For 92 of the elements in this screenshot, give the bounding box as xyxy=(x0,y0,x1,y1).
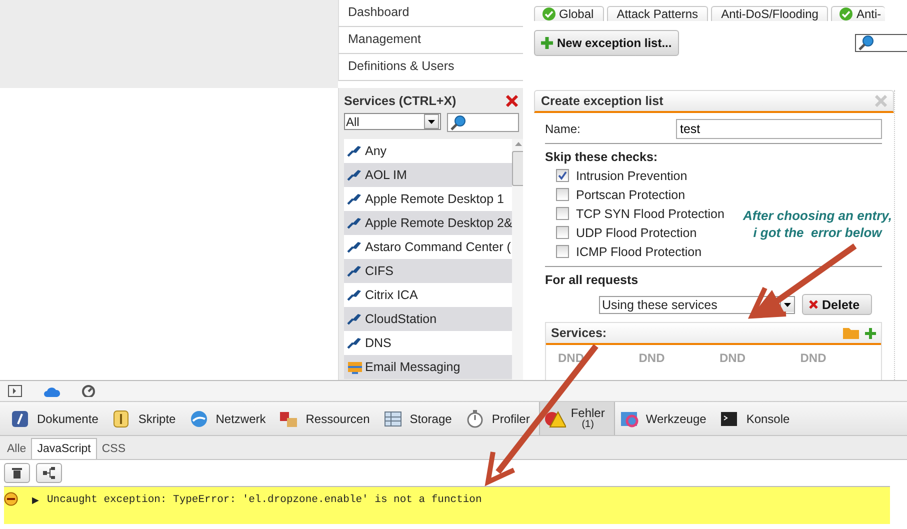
clear-button[interactable] xyxy=(4,463,30,483)
devtools-tab[interactable]: Netzwerk xyxy=(184,402,275,435)
filter-tab[interactable]: CSS xyxy=(96,439,131,459)
tab[interactable]: Anti-DoS/Flooding xyxy=(711,6,828,21)
section-heading: Skip these checks: xyxy=(545,150,659,164)
nav-item[interactable]: Definitions & Users xyxy=(338,54,523,81)
error-message: Uncaught exception: TypeError: 'el.dropzone.enable' is not a function xyxy=(47,494,482,506)
errors-icon xyxy=(544,408,566,428)
devtools-tab[interactable]: Skripte xyxy=(107,402,185,435)
checkbox[interactable] xyxy=(556,226,569,239)
panel-icon[interactable] xyxy=(8,385,22,397)
checkbox-label: Portscan Protection xyxy=(576,188,686,202)
devtools-tab[interactable]: Werkzeuge xyxy=(614,402,716,435)
tab[interactable]: Attack Patterns xyxy=(606,6,708,21)
filter-tab[interactable]: JavaScript xyxy=(31,438,97,459)
plus-icon[interactable] xyxy=(865,328,876,338)
column-placeholder: DND xyxy=(638,351,665,367)
plug-icon xyxy=(347,191,363,207)
checkbox[interactable] xyxy=(556,169,569,182)
filter-select[interactable]: All xyxy=(344,113,441,130)
folder-icon xyxy=(347,359,363,375)
devtools-tab[interactable]: Fehler (1) xyxy=(538,402,615,435)
annotation-text: After choosing an entry, xyxy=(742,207,892,224)
checkbox-label: TCP SYN Flood Protection xyxy=(576,206,724,220)
check-icon xyxy=(542,7,556,21)
error-icon xyxy=(4,492,18,506)
scrollbar-thumb[interactable] xyxy=(512,151,523,186)
plug-icon xyxy=(347,143,363,159)
plug-icon xyxy=(347,239,363,255)
nodes-icon xyxy=(43,467,55,479)
service-item[interactable]: Astaro Command Center ( xyxy=(344,235,512,259)
tab[interactable]: Anti- xyxy=(831,6,886,21)
tick-icon xyxy=(558,171,567,180)
service-item[interactable]: CIFS xyxy=(344,259,512,283)
new-exception-button[interactable]: New exception list... xyxy=(534,30,679,56)
name-field[interactable]: test xyxy=(676,119,882,139)
gauge-icon[interactable] xyxy=(82,385,95,397)
cloud-icon[interactable] xyxy=(44,386,60,396)
check-icon xyxy=(839,7,854,21)
column-placeholder: DND xyxy=(558,351,584,367)
plug-icon xyxy=(347,311,363,327)
checkbox-label: ICMP Flood Protection xyxy=(576,244,702,258)
service-item[interactable]: Apple Remote Desktop 2& xyxy=(344,211,512,235)
service-item[interactable]: AOL IM xyxy=(344,163,512,187)
box-title: Services: xyxy=(551,326,607,340)
expand-button[interactable] xyxy=(36,463,62,483)
search-field[interactable] xyxy=(446,113,519,132)
caret-icon xyxy=(428,120,435,124)
service-item[interactable]: Apple Remote Desktop 1 xyxy=(344,187,512,211)
dialog-title: Create exception list xyxy=(541,94,664,108)
devtools-tab[interactable]: Dokumente xyxy=(6,402,108,435)
devtools-tab[interactable]: Konsole xyxy=(715,402,799,435)
checkbox-label: Intrusion Prevention xyxy=(576,168,688,182)
close-icon[interactable] xyxy=(505,94,519,108)
devtools-tab[interactable]: Profiler xyxy=(460,402,539,435)
nav-item[interactable]: Dashboard xyxy=(338,0,523,27)
service-item[interactable]: Email Messaging xyxy=(344,355,512,379)
annotation-text: i got the error below xyxy=(753,224,882,241)
search-icon xyxy=(858,35,874,51)
service-item[interactable]: CloudStation xyxy=(344,307,512,331)
checkbox[interactable] xyxy=(556,245,569,258)
nav-item[interactable]: Management xyxy=(338,27,523,54)
delete-button[interactable]: Delete xyxy=(802,294,872,315)
search-field[interactable] xyxy=(855,34,907,52)
checkbox[interactable] xyxy=(556,188,569,201)
service-item[interactable]: Any xyxy=(344,139,512,163)
panel-title: Services (CTRL+X) xyxy=(344,94,456,108)
plug-icon xyxy=(347,287,363,303)
plug-icon xyxy=(347,263,363,279)
filter-tab[interactable]: Alle xyxy=(2,439,32,459)
section-heading: For all requests xyxy=(545,273,640,287)
devtools-tab[interactable]: Storage xyxy=(378,402,461,435)
folder-icon[interactable] xyxy=(843,327,859,339)
search-icon xyxy=(450,114,466,130)
caret-icon xyxy=(784,302,791,306)
plug-icon xyxy=(347,215,363,231)
plus-icon xyxy=(541,37,553,49)
tab[interactable]: Global xyxy=(534,6,604,21)
arrow-up-icon[interactable] xyxy=(515,142,522,146)
checkbox-label: UDP Flood Protection xyxy=(576,226,697,240)
checkbox[interactable] xyxy=(556,207,569,220)
expand-toggle[interactable]: ▶ xyxy=(32,495,39,505)
field-label: Name: xyxy=(545,122,580,136)
service-item[interactable]: DNS xyxy=(344,331,512,355)
plug-icon xyxy=(347,167,363,183)
service-item[interactable]: Citrix ICA xyxy=(344,283,512,307)
trash-icon xyxy=(12,467,22,479)
close-icon xyxy=(809,300,818,309)
devtools-tab[interactable]: Ressourcen xyxy=(274,402,379,435)
plug-icon xyxy=(347,335,363,351)
column-placeholder: DND xyxy=(800,351,826,367)
column-placeholder: DND xyxy=(720,351,746,367)
